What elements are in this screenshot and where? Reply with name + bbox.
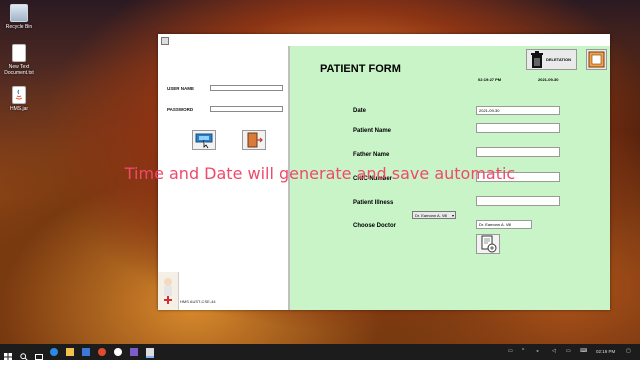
desktop-icon-hms-jar[interactable]: HMS.jar <box>2 86 36 112</box>
username-input[interactable] <box>210 85 283 91</box>
task-view-icon[interactable] <box>35 348 43 360</box>
login-button[interactable] <box>192 130 216 150</box>
desktop-icon-text-document[interactable]: New Text Document.txt <box>2 44 36 76</box>
store-icon[interactable] <box>82 348 90 356</box>
password-label: PASSWORD <box>167 107 194 112</box>
page-title: PATIENT FORM <box>320 63 401 75</box>
hospital-logo <box>158 272 179 310</box>
exit-door-button[interactable] <box>242 130 266 150</box>
password-input[interactable] <box>210 106 283 112</box>
tray-battery-icon[interactable]: ▭ <box>566 348 571 354</box>
add-patient-button[interactable] <box>476 234 500 254</box>
tray-language-icon[interactable]: ⌨ <box>580 348 587 354</box>
doctor-select-value: Dr. Eamonn A. Vill <box>415 213 448 218</box>
desktop-icon-label: HMS.jar <box>9 106 29 112</box>
add-document-icon <box>481 235 497 253</box>
date-label: Date <box>353 108 367 114</box>
text-file-icon <box>12 44 26 62</box>
patient-illness-label: Patient Illness <box>353 200 394 206</box>
exit-button[interactable] <box>586 49 607 70</box>
door-exit-icon <box>247 132 263 148</box>
trash-icon <box>531 51 543 68</box>
patient-name-input[interactable] <box>476 123 560 133</box>
taskbar-clock[interactable]: 02:19 PM <box>596 349 615 354</box>
exit-sign-icon <box>588 51 605 68</box>
deletion-label: DELETATION <box>546 57 571 62</box>
java-jar-icon <box>12 86 26 104</box>
file-explorer-icon[interactable] <box>66 348 74 356</box>
tray-up-arrow-icon[interactable]: ^ <box>522 348 524 354</box>
title-bar[interactable] <box>158 34 610 46</box>
notifications-icon[interactable]: ▢ <box>626 348 631 354</box>
recycle-bin-icon <box>10 4 28 22</box>
father-name-label: Father Name <box>353 152 390 158</box>
desktop-icon-label: New Text Document.txt <box>4 64 34 76</box>
search-icon[interactable] <box>20 348 28 361</box>
media-player-icon[interactable] <box>114 348 122 356</box>
java-app-taskbar-icon[interactable] <box>146 348 154 358</box>
tray-keyboard-icon[interactable]: ▭ <box>508 348 513 354</box>
login-icon <box>195 133 213 149</box>
edge-browser-icon[interactable] <box>50 348 58 356</box>
tray-network-icon[interactable]: ◒ <box>536 348 539 354</box>
chevron-down-icon: ▾ <box>451 213 454 218</box>
footer-label: HMS AUST-CSE-44 <box>180 299 216 304</box>
username-label: USER NAME <box>167 86 195 91</box>
current-date: 2021-09-30 <box>538 77 559 82</box>
choose-doctor-label: Choose Doctor <box>353 223 397 229</box>
patient-illness-input[interactable] <box>476 196 560 206</box>
doctor-field[interactable]: Dr. Eamonn A. Vill <box>476 220 532 229</box>
patient-name-label: Patient Name <box>353 128 392 134</box>
desktop-icon-recycle-bin[interactable]: Recycle Bin <box>2 4 36 30</box>
father-name-input[interactable] <box>476 147 560 157</box>
taskbar: ▭ ^ ◒ ◁ ▭ ⌨ 02:19 PM ▢ <box>0 344 640 361</box>
app-icon-purple[interactable] <box>130 348 138 356</box>
desktop-icon-label: Recycle Bin <box>5 24 33 30</box>
tray-volume-icon[interactable]: ◁ <box>552 348 556 354</box>
doctor-select[interactable]: Dr. Eamonn A. Vill ▾ <box>412 211 456 219</box>
current-time: 02:19:27 PM <box>478 77 502 82</box>
video-caption-overlay: Time and Date will generate and save aut… <box>124 164 516 183</box>
date-field[interactable]: 2021-09-30 <box>476 106 560 115</box>
app-icon <box>161 37 169 45</box>
deletion-button[interactable]: DELETATION <box>526 49 577 70</box>
start-button[interactable] <box>4 348 12 361</box>
app-icon-red[interactable] <box>98 348 106 356</box>
